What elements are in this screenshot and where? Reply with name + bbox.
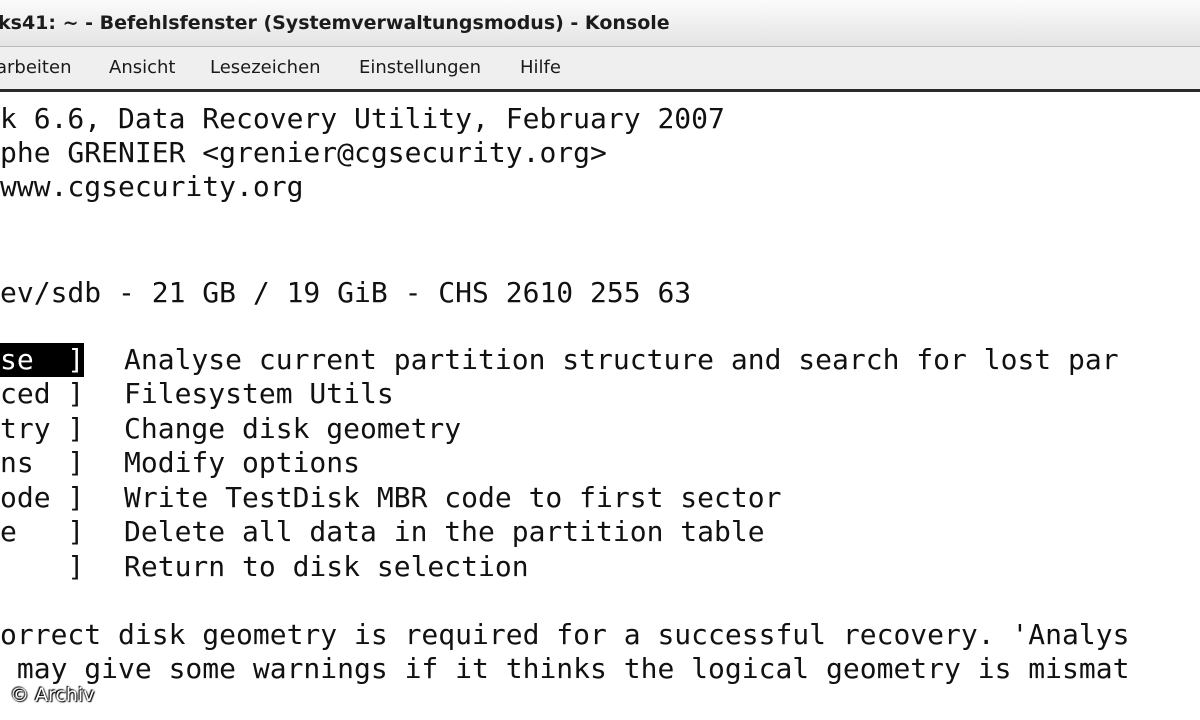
option-key: ] xyxy=(0,550,85,583)
menu-bar: arbeiten Ansicht Lesezeichen Einstellung… xyxy=(0,47,1200,92)
option-description: Filesystem Utils xyxy=(124,377,394,410)
disk-info-line: ev/sdb - 21 GB / 19 GiB - CHS 2610 255 6… xyxy=(0,276,692,309)
konsole-window: ks41: ~ - Befehlsfenster (Systemverwaltu… xyxy=(0,0,1200,720)
option-description: Write TestDisk MBR code to first sector xyxy=(124,481,782,514)
menu-ansicht[interactable]: Ansicht xyxy=(109,47,175,89)
menu-option-options[interactable]: ns ] Modify options xyxy=(0,446,1200,480)
menu-option-quit[interactable]: ] Return to disk selection xyxy=(0,550,1200,584)
option-key: ns ] xyxy=(0,446,85,479)
copyright-watermark: © Archiv xyxy=(10,684,95,706)
option-description: Delete all data in the partition table xyxy=(124,515,765,548)
option-key: ced ] xyxy=(0,377,85,410)
menu-option-mbr-code[interactable]: ode ] Write TestDisk MBR code to first s… xyxy=(0,481,1200,515)
menu-einstellungen[interactable]: Einstellungen xyxy=(359,47,481,89)
window-titlebar[interactable]: ks41: ~ - Befehlsfenster (Systemverwaltu… xyxy=(0,0,1200,47)
menu-option-advanced[interactable]: ced ] Filesystem Utils xyxy=(0,377,1200,411)
menu-option-delete[interactable]: e ] Delete all data in the partition tab… xyxy=(0,515,1200,549)
option-key-selected: se ] xyxy=(0,343,85,377)
option-key: e ] xyxy=(0,515,85,548)
option-description: Modify options xyxy=(124,446,361,479)
option-key: try ] xyxy=(0,412,85,445)
menu-option-analyse[interactable]: se ] Analyse current partition structure… xyxy=(0,343,1200,377)
window-title: ks41: ~ - Befehlsfenster (Systemverwaltu… xyxy=(0,12,670,34)
menu-bearbeiten[interactable]: arbeiten xyxy=(0,47,71,89)
option-key: ode ] xyxy=(0,481,85,514)
option-description: Analyse current partition structure and … xyxy=(124,343,1119,376)
menu-lesezeichen[interactable]: Lesezeichen xyxy=(210,47,321,89)
hint-line-2: may give some warnings if it thinks the … xyxy=(0,652,1130,685)
website-line: www.cgsecurity.org xyxy=(0,170,304,203)
version-line: k 6.6, Data Recovery Utility, February 2… xyxy=(0,102,725,135)
menu-hilfe[interactable]: Hilfe xyxy=(520,47,561,89)
option-description: Return to disk selection xyxy=(124,550,529,583)
terminal-area[interactable]: k 6.6, Data Recovery Utility, February 2… xyxy=(0,92,1200,720)
author-line: phe GRENIER <grenier@cgsecurity.org> xyxy=(0,136,607,169)
hint-line-1: orrect disk geometry is required for a s… xyxy=(0,618,1130,651)
option-description: Change disk geometry xyxy=(124,412,462,445)
menu-option-geometry[interactable]: try ] Change disk geometry xyxy=(0,412,1200,446)
